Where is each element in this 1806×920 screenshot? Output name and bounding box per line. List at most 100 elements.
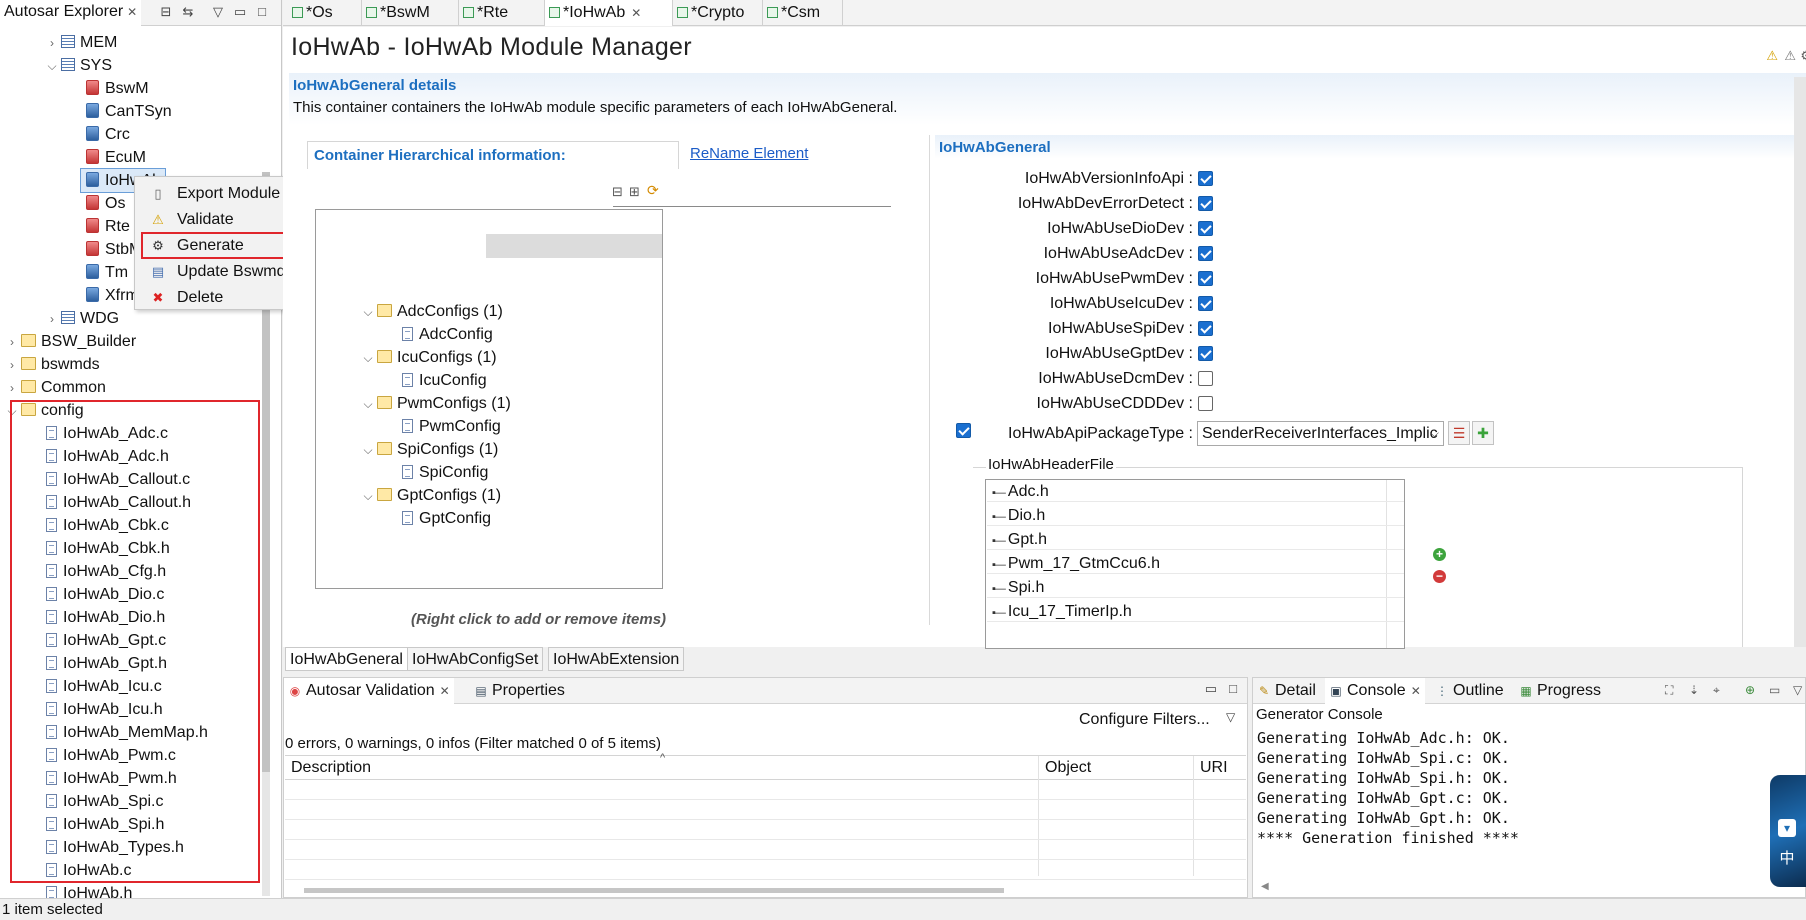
rename-element-link[interactable]: ReName Element <box>690 145 808 162</box>
configure-filters-button[interactable]: Configure Filters... <box>1079 711 1210 729</box>
ime-indicator[interactable]: 中 <box>1776 847 1798 867</box>
explorer-view-tab[interactable]: Autosar Explorer ✕ <box>0 0 142 26</box>
param-checkbox[interactable] <box>1198 221 1213 236</box>
minimize-icon[interactable]: ▭ <box>232 4 248 20</box>
view-menu-icon[interactable]: ▽ <box>1793 683 1802 697</box>
tab-detail[interactable]: ✎ Detail <box>1253 678 1320 704</box>
header-file-row[interactable]: ▪— Adc.h <box>987 481 1404 502</box>
tree-item[interactable]: Os <box>86 192 125 215</box>
chevron-down-icon[interactable]: ⌵ <box>362 301 374 324</box>
table-row[interactable] <box>285 800 1246 820</box>
tree-item[interactable]: › BSW_Builder <box>6 330 136 353</box>
param-checkbox[interactable] <box>1198 371 1213 386</box>
tree-item[interactable]: EcuM <box>86 146 146 169</box>
chevron-right-icon[interactable]: › <box>6 354 18 377</box>
tree-selected-row[interactable] <box>486 234 662 258</box>
link-editor-icon[interactable]: ⇆ <box>180 4 196 20</box>
config-group-item[interactable]: ⌵ AdcConfigs (1) <box>362 300 502 324</box>
chevron-down-icon[interactable]: ⌵ <box>362 347 374 370</box>
config-item[interactable]: SpiConfig <box>402 461 488 484</box>
param-checkbox[interactable] <box>1198 196 1213 211</box>
collapse-all-icon[interactable]: ⊟ <box>612 184 623 200</box>
chevron-down-icon[interactable]: ⌵ <box>362 439 374 462</box>
view-menu-icon[interactable]: ▽ <box>1226 710 1235 724</box>
editor-tab[interactable]: *BswM <box>362 0 459 26</box>
close-icon[interactable]: ✕ <box>1411 684 1421 698</box>
config-item[interactable]: GptConfig <box>402 507 491 530</box>
param-checkbox[interactable] <box>1198 171 1213 186</box>
open-console-icon[interactable]: ⊕ <box>1745 683 1755 697</box>
chevron-right-icon[interactable]: › <box>6 377 18 400</box>
tree-item[interactable]: Rte <box>86 215 130 238</box>
header-file-row[interactable]: ▪— Icu_17_TimerIp.h <box>987 601 1404 622</box>
col-uri[interactable]: URI <box>1200 759 1228 777</box>
maximize-icon[interactable]: □ <box>1229 681 1237 696</box>
chevron-down-icon[interactable]: ⌵ <box>362 393 374 416</box>
table-row[interactable] <box>285 860 1246 880</box>
table-row[interactable] <box>285 780 1246 800</box>
display-console-icon[interactable]: ▭ <box>1769 683 1780 697</box>
config-group-item[interactable]: ⌵ PwmConfigs (1) <box>362 392 510 416</box>
tree-item[interactable]: Tm <box>86 261 128 284</box>
sync-icon[interactable]: ⟳ <box>647 182 659 199</box>
tree-item[interactable]: › Common <box>6 376 106 399</box>
config-item[interactable]: AdcConfig <box>402 323 493 346</box>
config-item[interactable]: PwmConfig <box>402 415 501 438</box>
tree-item[interactable]: › bswmds <box>6 353 100 376</box>
close-icon[interactable]: ✕ <box>631 6 641 20</box>
editor-page-tab[interactable]: IoHwAbExtension <box>548 647 685 671</box>
view-menu-icon[interactable]: ▽ <box>210 4 226 20</box>
warning-icon[interactable]: ⚠ <box>1766 48 1778 64</box>
param-checkbox[interactable] <box>1198 321 1213 336</box>
header-file-row[interactable]: ▪— Pwm_17_GtmCcu6.h <box>987 553 1404 574</box>
chevron-right-icon[interactable]: › <box>46 32 58 55</box>
add-header-icon[interactable]: + <box>1433 548 1446 561</box>
tab-outline[interactable]: ⋮ Outline <box>1431 678 1508 704</box>
tab-properties[interactable]: ▤ Properties <box>470 678 569 704</box>
pin-console-icon[interactable]: ⌖ <box>1713 683 1720 698</box>
tab-autosar-validation[interactable]: ◉ Autosar Validation ✕ <box>284 678 454 704</box>
chevron-down-icon[interactable]: ⌵ <box>362 485 374 508</box>
minimize-icon[interactable]: ▭ <box>1205 681 1217 697</box>
editor-tab[interactable]: *Csm <box>763 0 843 26</box>
config-item[interactable]: IcuConfig <box>402 369 487 392</box>
col-object[interactable]: Object <box>1045 759 1091 777</box>
header-file-row[interactable]: ▪— Dio.h <box>987 505 1404 526</box>
editor-tab[interactable]: *Rte <box>459 0 545 26</box>
col-description[interactable]: Description <box>291 759 371 777</box>
floating-side-widget[interactable]: ▾ 中 <box>1770 775 1806 887</box>
close-icon[interactable]: ✕ <box>440 684 450 698</box>
expand-all-icon[interactable]: ⊞ <box>629 184 640 200</box>
config-group-item[interactable]: ⌵ SpiConfigs (1) <box>362 438 498 461</box>
editor-page-tab[interactable]: IoHwAbGeneral <box>285 647 408 671</box>
tree-item[interactable]: CanTSyn <box>86 100 172 123</box>
tab-progress[interactable]: ▦ Progress <box>1515 678 1605 704</box>
api-package-select[interactable]: SenderReceiverInterfaces_Implic ⌵ <box>1197 421 1444 446</box>
tree-item[interactable]: › MEM <box>46 31 117 54</box>
param-checkbox[interactable] <box>1198 296 1213 311</box>
clear-console-icon[interactable]: ⛶ <box>1665 683 1673 698</box>
collapse-all-icon[interactable]: ⊟ <box>158 4 174 20</box>
add-button[interactable]: ✚ <box>1472 421 1494 445</box>
tab-console[interactable]: ▣ Console ✕ <box>1325 678 1425 704</box>
maximize-icon[interactable]: □ <box>254 4 270 20</box>
tree-item[interactable]: Crc <box>86 123 130 146</box>
header-file-row[interactable]: ▪— Gpt.h <box>987 529 1404 550</box>
tree-item[interactable]: BswM <box>86 77 149 100</box>
scroll-lock-icon[interactable]: ⇣ <box>1689 683 1699 697</box>
param-checkbox[interactable] <box>1198 246 1213 261</box>
config-group-item[interactable]: ⌵ IcuConfigs (1) <box>362 346 496 370</box>
validation-hscroll-thumb[interactable] <box>304 888 1004 893</box>
editor-tab[interactable]: *IoHwAb ✕ <box>545 0 673 26</box>
table-row[interactable] <box>285 840 1246 860</box>
param-checkbox[interactable] <box>1198 396 1213 411</box>
shirt-icon[interactable]: ▾ <box>1778 819 1796 837</box>
list-options-button[interactable]: ☰ <box>1448 421 1470 445</box>
warning-icon[interactable]: ⚠ <box>1784 48 1796 64</box>
tree-item[interactable]: ⌵ SYS <box>46 54 112 77</box>
config-group-item[interactable]: ⌵ GptConfigs (1) <box>362 484 501 507</box>
editor-scrollbar[interactable] <box>1794 77 1806 647</box>
settings-icon[interactable]: ⚙ <box>1800 48 1806 64</box>
tree-item[interactable]: Xfrm <box>86 284 139 307</box>
table-row[interactable] <box>285 820 1246 840</box>
